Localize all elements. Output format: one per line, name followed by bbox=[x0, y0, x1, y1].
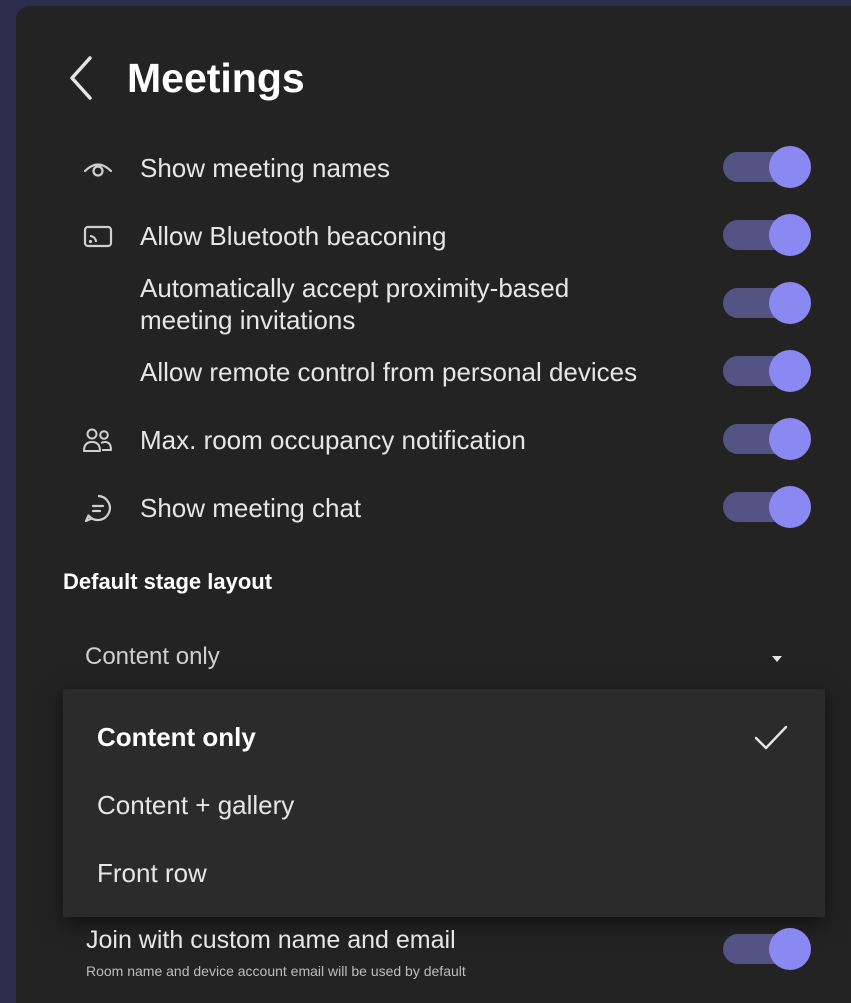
show-meeting-chat-toggle[interactable] bbox=[723, 486, 811, 528]
setting-show-meeting-chat: Show meeting chat bbox=[16, 486, 851, 530]
setting-label: Show meeting names bbox=[140, 153, 391, 183]
setting-label: Join with custom name and email bbox=[86, 926, 456, 954]
allow-bluetooth-beaconing-toggle[interactable] bbox=[723, 214, 811, 256]
setting-label: Allow Bluetooth beaconing bbox=[140, 221, 447, 251]
checkmark-icon bbox=[754, 725, 788, 750]
menu-item-label: Content only bbox=[97, 722, 256, 752]
setting-show-meeting-names: Show meeting names bbox=[16, 146, 851, 190]
back-button[interactable] bbox=[62, 54, 102, 102]
people-icon bbox=[83, 428, 112, 452]
setting-auto-accept-proximity-invitations: Automatically accept proximity-based mee… bbox=[16, 270, 851, 342]
toggle-knob bbox=[769, 214, 811, 256]
page-title: Meetings bbox=[127, 55, 305, 101]
menu-item-label: Content + gallery bbox=[97, 790, 295, 820]
max-room-occupancy-toggle[interactable] bbox=[723, 418, 811, 460]
stage-layout-dropdown[interactable]: Content only bbox=[63, 634, 813, 684]
toggle-knob bbox=[769, 282, 811, 324]
setting-label-line-2: meeting invitations bbox=[140, 305, 356, 335]
menu-item-label: Front row bbox=[97, 858, 207, 888]
toggle-knob bbox=[769, 418, 811, 460]
page-header: Meetings bbox=[16, 46, 851, 110]
setting-allow-remote-control: Allow remote control from personal devic… bbox=[16, 350, 851, 394]
eye-icon bbox=[83, 163, 113, 177]
chat-icon bbox=[84, 494, 111, 523]
setting-label: Show meeting chat bbox=[140, 493, 362, 523]
setting-label: Automatically accept proximity-based mee… bbox=[140, 272, 710, 336]
menu-item-content-gallery[interactable]: Content + gallery bbox=[63, 771, 825, 839]
setting-label: Allow remote control from personal devic… bbox=[140, 357, 638, 387]
setting-sub-label: Room name and device account email will … bbox=[86, 963, 466, 979]
show-meeting-names-toggle[interactable] bbox=[723, 146, 811, 188]
cast-icon bbox=[83, 225, 113, 248]
toggle-knob bbox=[769, 486, 811, 528]
allow-remote-control-toggle[interactable] bbox=[723, 350, 811, 392]
toggle-knob bbox=[769, 350, 811, 392]
setting-label-line-1: Automatically accept proximity-based bbox=[140, 273, 570, 303]
setting-label: Max. room occupancy notification bbox=[140, 425, 526, 455]
setting-max-room-occupancy: Max. room occupancy notification bbox=[16, 418, 851, 462]
section-heading-default-stage-layout: Default stage layout bbox=[63, 569, 273, 594]
dropdown-selected-value: Content only bbox=[85, 643, 220, 670]
menu-item-front-row[interactable]: Front row bbox=[63, 839, 825, 907]
stage-layout-menu: Content only Content + gallery Front row bbox=[63, 689, 825, 917]
toggle-knob bbox=[769, 146, 811, 188]
meetings-settings-panel: Meetings Show meeting names Allow Blueto… bbox=[16, 6, 851, 1003]
chevron-left-icon bbox=[70, 56, 92, 100]
caret-down-icon bbox=[772, 656, 782, 662]
auto-accept-proximity-toggle[interactable] bbox=[723, 282, 811, 324]
menu-item-content-only[interactable]: Content only bbox=[63, 703, 825, 771]
setting-allow-bluetooth-beaconing: Allow Bluetooth beaconing bbox=[16, 214, 851, 258]
join-custom-name-toggle[interactable] bbox=[723, 928, 811, 970]
toggle-knob bbox=[769, 928, 811, 970]
